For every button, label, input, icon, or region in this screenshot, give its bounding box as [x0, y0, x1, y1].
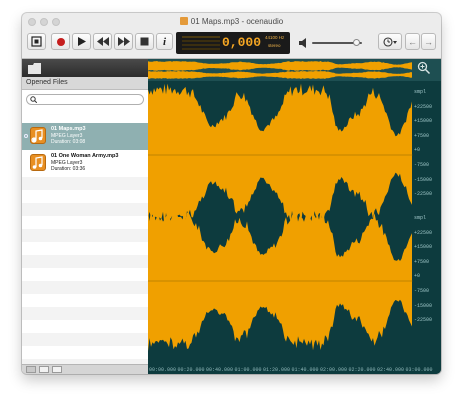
amplitude-label: +7500 — [414, 132, 430, 139]
sidebar: Opened Files 01 Maps.mp3 MPEG Layer3 Dur… — [22, 59, 148, 372]
empty-row — [22, 229, 148, 242]
rewind-button[interactable] — [93, 33, 112, 50]
timeline-label: 03:00.000 — [405, 367, 433, 373]
empty-row — [22, 216, 148, 229]
amplitude-label: +15000 — [414, 118, 433, 125]
file-duration: Duration: 03:36 — [51, 166, 86, 172]
file-name: 01 Maps.mp3 — [51, 126, 86, 132]
search-field[interactable] — [26, 94, 144, 105]
playing-indicator-icon — [24, 134, 28, 138]
music-note-icon — [30, 127, 46, 144]
empty-row — [22, 177, 148, 190]
amplitude-label: +15000 — [414, 244, 433, 251]
undo-button[interactable]: ← — [405, 33, 420, 50]
amplitude-label: -22500 — [414, 191, 433, 198]
empty-row — [22, 307, 148, 320]
amplitude-label: -15000 — [414, 176, 433, 183]
amplitude-label: -7500 — [414, 162, 430, 168]
view-list-detail-button[interactable] — [26, 366, 36, 373]
file-item-maps[interactable]: 01 Maps.mp3 MPEG Layer3 Duration: 03:08 — [22, 123, 148, 150]
redo-button[interactable]: → — [421, 33, 436, 50]
amplitude-label: +0 — [414, 273, 421, 280]
time-value: 0,000 — [222, 35, 262, 50]
empty-row — [22, 281, 148, 294]
sidebar-top-bar — [22, 59, 148, 77]
sample-rate-label: 44100 Hz — [265, 35, 285, 40]
amplitude-label: +0 — [414, 147, 421, 154]
timeline-label: 01:20.000 — [263, 367, 291, 373]
zoom-in-icon[interactable] — [417, 61, 431, 75]
speaker-icon — [299, 38, 306, 48]
empty-row — [22, 203, 148, 216]
timeline-label: 02:40.000 — [377, 367, 405, 373]
amplitude-label: +22500 — [414, 229, 433, 236]
empty-row — [22, 268, 148, 281]
title-bar: 01 Maps.mp3 - ocenaudio — [22, 13, 441, 31]
info-button[interactable]: i — [156, 33, 173, 50]
view-list-button[interactable] — [39, 366, 49, 373]
record-button[interactable] — [51, 33, 70, 50]
timeline-label: 00:00.000 — [149, 367, 177, 373]
empty-row — [22, 255, 148, 268]
stop-button[interactable] — [135, 33, 154, 50]
channels-label: stereo — [268, 43, 281, 48]
stop-icon — [140, 37, 149, 46]
window-title: 01 Maps.mp3 - ocenaudio — [22, 17, 441, 26]
timeline-label: 02:00.000 — [320, 367, 348, 373]
play-button[interactable] — [72, 33, 91, 50]
toolbar: i 0,000 44100 Hz stereo ← → — [22, 31, 441, 59]
waveform-canvas[interactable] — [148, 59, 441, 374]
amplitude-label: smpl — [414, 215, 427, 221]
waveform-view[interactable]: smpl +22500 +15000 +7500 +0 -7500 -15000 -22500… — [148, 59, 441, 374]
arrow-right-icon: → — [424, 36, 433, 47]
timeline-label: 01:00.000 — [234, 367, 262, 373]
timeline-label: 01:40.000 — [291, 367, 319, 373]
empty-row — [22, 333, 148, 346]
fast-forward-button[interactable] — [114, 33, 133, 50]
record-circle-icon — [56, 37, 65, 46]
timeline-label: 00:20.000 — [177, 367, 205, 373]
opened-files-header: Opened Files — [22, 77, 148, 90]
waveform-channel-left — [148, 83, 412, 226]
volume-slider[interactable] — [299, 38, 365, 48]
amplitude-label: +22500 — [414, 103, 433, 110]
history-button[interactable] — [378, 33, 402, 50]
file-item-one-woman-army[interactable]: 01 One Woman Army.mp3 MPEG Layer3 Durati… — [22, 150, 148, 177]
file-duration: Duration: 03:08 — [51, 139, 86, 145]
search-icon — [30, 96, 37, 103]
timeline-label: 02:20.000 — [348, 367, 376, 373]
timeline-label: 00:40.000 — [206, 367, 234, 373]
clock-icon — [382, 36, 397, 47]
music-note-icon — [30, 154, 46, 171]
amplitude-label: smpl — [414, 89, 427, 95]
empty-row — [22, 190, 148, 203]
amplitude-label: -22500 — [414, 317, 433, 324]
empty-row — [22, 346, 148, 359]
stop-square-icon — [31, 36, 42, 47]
search-input[interactable] — [39, 95, 139, 104]
time-display: 0,000 44100 Hz stereo — [176, 32, 290, 54]
waveform-channel-right — [148, 209, 412, 352]
app-window: 01 Maps.mp3 - ocenaudio i 0,000 44100 Hz… — [22, 13, 441, 374]
view-grid-button[interactable] — [52, 366, 62, 373]
arrow-left-icon: ← — [408, 36, 417, 47]
volume-knob[interactable] — [352, 39, 360, 46]
empty-row — [22, 242, 148, 255]
folder-icon[interactable] — [28, 63, 42, 74]
play-icon — [78, 37, 86, 46]
empty-row — [22, 320, 148, 333]
file-name: 01 One Woman Army.mp3 — [51, 153, 119, 159]
amplitude-label: -7500 — [414, 288, 430, 294]
amplitude-label: -15000 — [414, 302, 433, 309]
info-icon: i — [162, 35, 167, 48]
document-icon — [179, 17, 188, 25]
record-monitor-button[interactable] — [27, 33, 46, 50]
rewind-icon — [96, 37, 109, 46]
view-mode-bar — [22, 364, 148, 374]
timeline-ruler[interactable]: 00:00.000 00:20.000 00:40.000 01:00.000 01:2… — [148, 362, 441, 374]
empty-row — [22, 294, 148, 307]
amplitude-label: +7500 — [414, 258, 430, 265]
fast-forward-icon — [117, 37, 130, 46]
